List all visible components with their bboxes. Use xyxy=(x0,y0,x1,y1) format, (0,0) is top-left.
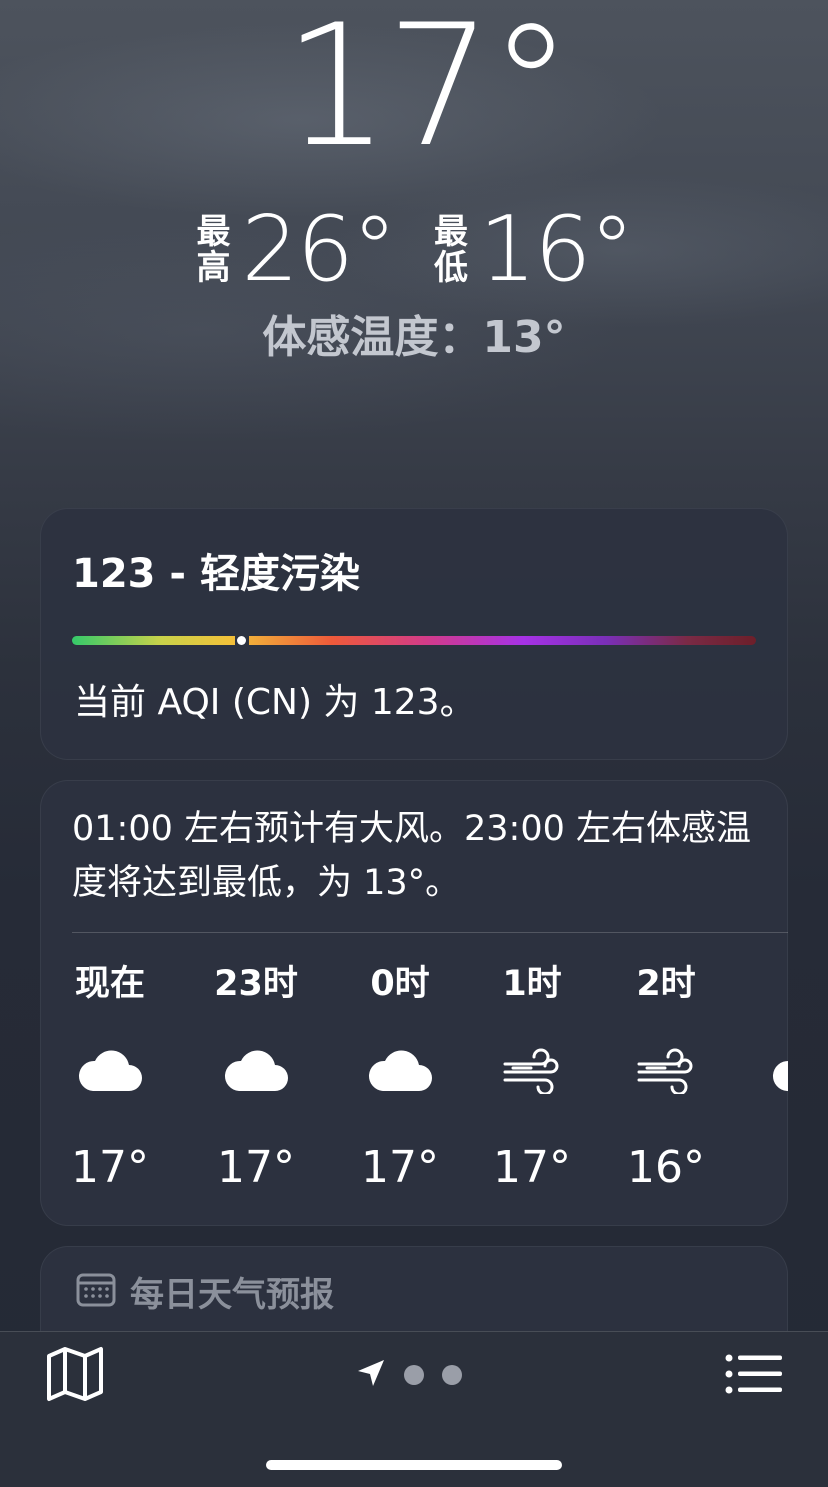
cloud-icon xyxy=(734,1016,788,1126)
hour-item: 23时 17° xyxy=(186,952,326,1200)
aqi-indicator-dot xyxy=(237,636,246,645)
high-label: 最 高 xyxy=(196,212,231,288)
hour-item: 2时 16° xyxy=(596,952,736,1200)
hourly-scroll[interactable]: 现在 17° 23时 17° 0时 17° 1时 17° 2时 16° xyxy=(40,940,788,1200)
high-temperature: 最 高 26° xyxy=(195,197,397,302)
page-indicator[interactable] xyxy=(356,1358,476,1392)
home-indicator[interactable] xyxy=(266,1460,562,1470)
hour-label: 2时 xyxy=(636,964,696,1004)
cloud-icon xyxy=(330,1016,470,1126)
page-dot[interactable] xyxy=(442,1365,462,1385)
aqi-scale-bar xyxy=(72,636,756,645)
hour-item: 3 1 xyxy=(734,952,788,1200)
low-temperature: 最 低 16° xyxy=(433,197,635,302)
daily-forecast-header: 每日天气预报 xyxy=(76,1266,334,1316)
aqi-description: 当前 AQI (CN) 为 123。 xyxy=(74,682,476,723)
hour-item: 0时 17° xyxy=(330,952,470,1200)
cloud-icon xyxy=(186,1016,326,1126)
divider xyxy=(72,932,788,933)
wind-icon xyxy=(596,1016,736,1126)
list-button[interactable] xyxy=(722,1350,786,1402)
hour-label: 3 xyxy=(734,952,788,1016)
low-value: 16° xyxy=(479,197,635,302)
location-arrow-icon[interactable] xyxy=(356,1358,386,1392)
feels-like-temperature: 体感温度：13° xyxy=(262,312,566,363)
current-temperature: 17° xyxy=(283,0,573,184)
low-label: 最 低 xyxy=(434,212,468,288)
map-button[interactable] xyxy=(44,1346,106,1406)
cloud-icon xyxy=(40,1016,180,1126)
forecast-summary: 01:00 左右预计有大风。23:00 左右体感温度将达到最低，为 13°。 xyxy=(72,809,751,903)
hour-temp: 17° xyxy=(493,1142,571,1193)
page-dot[interactable] xyxy=(404,1365,424,1385)
hour-temp: 17° xyxy=(217,1142,295,1193)
high-value: 26° xyxy=(241,197,397,302)
hour-temp: 1 xyxy=(734,1126,788,1200)
aqi-title: 123 - 轻度污染 xyxy=(72,551,360,597)
hour-temp: 17° xyxy=(71,1142,149,1193)
hour-item: 现在 17° xyxy=(40,952,180,1200)
hour-temp: 17° xyxy=(361,1142,439,1193)
hour-item: 1时 17° xyxy=(462,952,602,1200)
hour-label: 1时 xyxy=(502,964,562,1004)
hour-label: 现在 xyxy=(74,964,145,1004)
map-icon xyxy=(46,1346,104,1406)
high-low-row: 最 高 26° 最 低 16° xyxy=(0,200,828,300)
daily-forecast-title: 每日天气预报 xyxy=(130,1274,334,1315)
hour-temp: 16° xyxy=(627,1142,705,1193)
wind-icon xyxy=(462,1016,602,1126)
list-icon xyxy=(725,1353,783,1399)
hour-label: 0时 xyxy=(370,964,430,1004)
hour-label: 23时 xyxy=(214,964,298,1004)
calendar-icon xyxy=(76,1271,116,1311)
